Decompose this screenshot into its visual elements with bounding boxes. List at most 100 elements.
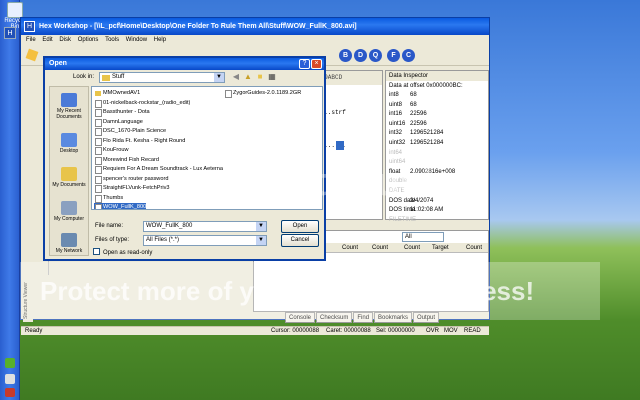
results-col-4[interactable]: Target [432, 243, 449, 253]
file-list-item[interactable]: Requiem For A Dream Soundtrack - Lux Aet… [94, 165, 223, 175]
file-name-label: File name: [95, 223, 124, 229]
place-label: My Recent Documents [56, 108, 82, 120]
inspector-row[interactable]: uint32 1296521284 [386, 139, 488, 149]
toolbar-d-button[interactable]: D [354, 49, 367, 62]
inspector-type: int16 [389, 111, 403, 118]
inspector-rows: int8 68 uint8 68 int16 22596 uint16 22596 int32 1… [386, 91, 488, 225]
file-type-value: All Files (*.*) [146, 237, 180, 243]
inspector-type: uint16 [389, 120, 406, 127]
file-list-item[interactable]: KouFrouw [94, 146, 129, 156]
inspector-row[interactable]: int8 68 [386, 91, 488, 101]
desktop-icon [61, 133, 77, 147]
file-list-item[interactable]: ZygorGuides-2.0.1189.2GR [224, 89, 301, 99]
status-ovr: OVR [426, 328, 440, 334]
file-list-item[interactable]: Bassthunter - Dota [94, 108, 150, 118]
toolbar-calc-button[interactable]: C [402, 49, 415, 62]
file-list-item[interactable]: DSC_1670-Plain Science [94, 127, 166, 137]
inspector-value: 11:02:08 AM [410, 207, 444, 214]
results-filter-value: All [405, 234, 412, 240]
results-col-1[interactable]: Count [342, 243, 358, 253]
inspector-value: 1296521284 [410, 139, 444, 146]
menu-options[interactable]: Options [78, 37, 99, 43]
open-button[interactable]: Open [281, 220, 319, 233]
toolbar-f-button[interactable]: F [387, 49, 400, 62]
file-list-item[interactable]: Thumbs [94, 194, 123, 204]
read-only-checkbox[interactable]: Open as read-only [93, 248, 152, 256]
place-label: Desktop [59, 148, 79, 154]
inspector-row[interactable]: uint8 68 [386, 101, 488, 111]
inspector-row[interactable]: int64 [386, 149, 488, 159]
close-icon[interactable]: × [311, 59, 322, 69]
inspector-row[interactable]: int16 22596 [386, 110, 488, 120]
place-my-computer[interactable]: My Computer [50, 201, 88, 222]
inspector-value: 68 [410, 101, 417, 108]
results-filter-select[interactable]: All [402, 232, 444, 242]
open-dialog: Open ? × Look in: Stuff ▼ ◀ ▲ ■ ▦ My Rec… [43, 56, 326, 261]
status-cursor: Cursor: 00000088 [271, 328, 320, 334]
tray-icon-volume[interactable] [5, 374, 15, 384]
help-icon[interactable]: ? [299, 59, 310, 69]
results-col-5[interactable]: Count [466, 243, 482, 253]
inspector-row[interactable]: DOS time11:02:08 AM [386, 206, 488, 216]
inspector-offset: Data at offset 0x000000BC: [389, 83, 463, 89]
inspector-row[interactable]: FILETIME [386, 216, 488, 226]
inspector-type: int8 [389, 92, 399, 98]
file-list-item[interactable]: DamnLanguage [94, 118, 143, 128]
my-documents-icon [61, 167, 77, 181]
file-name-value: WOW_FullK_800 [146, 223, 193, 229]
toolbar-q-button[interactable]: Q [369, 49, 382, 62]
checkbox-box[interactable] [93, 248, 100, 255]
toolbar-b-button[interactable]: B [339, 49, 352, 62]
menu-disk[interactable]: Disk [59, 37, 71, 43]
inspector-value: 1296521284 [410, 130, 444, 137]
look-in-label: Look in: [73, 74, 95, 80]
file-list-item[interactable]: 01-nickelback-rockstar_(radio_edit) [94, 99, 190, 109]
results-col-2[interactable]: Count [372, 243, 388, 253]
file-list-item[interactable]: StraightFLVunk-FetchPriv3 [94, 184, 170, 194]
place-recent-documents[interactable]: My Recent Documents [50, 93, 88, 120]
cancel-button[interactable]: Cancel [281, 234, 319, 247]
menu-help[interactable]: Help [154, 37, 166, 43]
place-label: My Documents [52, 182, 86, 188]
look-in-select[interactable]: Stuff ▼ [99, 72, 225, 83]
menu-file[interactable]: File [26, 37, 36, 43]
place-desktop[interactable]: Desktop [50, 133, 88, 154]
file-list-item[interactable]: Flo Rida Ft. Kesha - Right Round [94, 137, 185, 147]
inspector-type: uint32 [389, 139, 406, 146]
inspector-type: int32 [389, 130, 403, 137]
chevron-down-icon[interactable]: ▼ [214, 73, 224, 82]
recycle-bin-icon [7, 2, 23, 18]
up-folder-icon[interactable]: ▲ [243, 72, 253, 82]
back-icon[interactable]: ◀ [231, 72, 241, 82]
results-col-3[interactable]: Count [404, 243, 420, 253]
file-type-label: Files of type: [95, 237, 130, 243]
inspector-row[interactable]: uint16 22596 [386, 120, 488, 130]
tray-icon-shield[interactable] [5, 388, 15, 397]
status-mode: MOV [444, 328, 458, 334]
file-type-select[interactable]: All Files (*.*) ▼ [143, 235, 267, 246]
place-label: My Network [55, 248, 83, 254]
file-name-input[interactable]: WOW_FullK_800 ▼ [143, 221, 267, 232]
place-my-network[interactable]: My Network [50, 233, 88, 254]
inspector-type: uint8 [389, 101, 403, 108]
menu-edit[interactable]: Edit [42, 37, 52, 43]
menu-tools[interactable]: Tools [105, 37, 119, 43]
file-list-item[interactable]: spencer's router password [94, 175, 168, 185]
read-only-label: Open as read-only [103, 250, 153, 256]
file-list-item[interactable]: Morewind Fish Recard [94, 156, 159, 166]
new-folder-icon[interactable]: ■ [255, 72, 265, 82]
chevron-down-icon[interactable]: ▼ [256, 236, 266, 245]
inspector-value: 22596 [410, 120, 427, 127]
status-caret: Caret: 00000088 [326, 328, 371, 334]
file-list-item[interactable]: WOW_FullK_800 [94, 203, 147, 209]
file-list-item[interactable]: MMOwnedAV1 [94, 89, 140, 99]
menu-window[interactable]: Window [126, 37, 147, 43]
app-icon: H [24, 21, 35, 32]
wrench-icon[interactable] [25, 48, 39, 62]
hex-workshop-taskbar-icon[interactable]: H [4, 27, 16, 39]
inspector-row[interactable]: int32 1296521284 [386, 129, 488, 139]
chevron-down-icon[interactable]: ▼ [256, 222, 266, 231]
views-menu-icon[interactable]: ▦ [267, 72, 277, 82]
place-my-documents[interactable]: My Documents [50, 167, 88, 188]
tray-icon-green[interactable] [5, 358, 15, 368]
